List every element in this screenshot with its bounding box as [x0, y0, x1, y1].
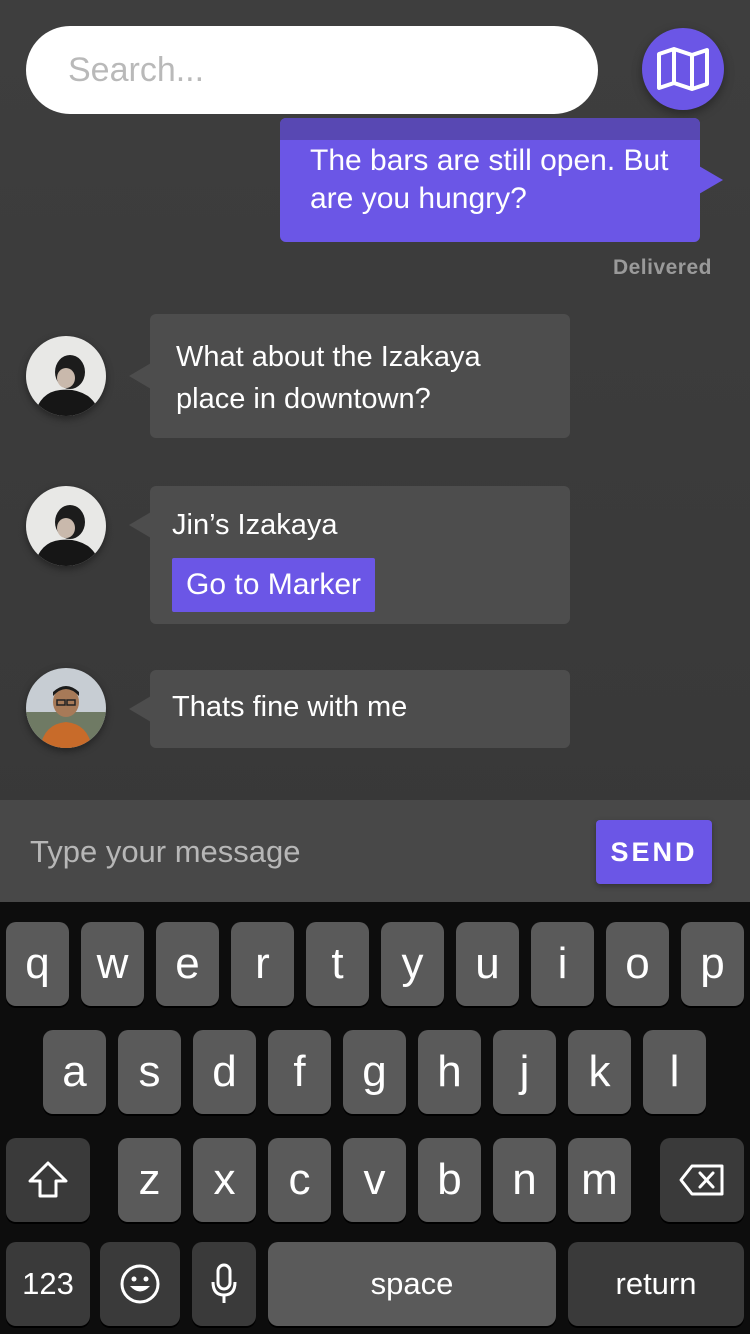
incoming-bubble-tail — [129, 512, 151, 538]
chat-screen: The bars are still open. But are you hun… — [0, 0, 750, 1334]
emoji-key[interactable] — [100, 1242, 180, 1326]
numbers-key[interactable]: 123 — [6, 1242, 90, 1326]
delivery-status: Delivered — [612, 256, 712, 279]
microphone-icon — [211, 1263, 237, 1303]
return-key[interactable]: return — [568, 1242, 744, 1326]
incoming-bubble-tail — [129, 696, 151, 722]
key-j[interactable]: j — [493, 1030, 556, 1114]
incoming-message-bubble: Thats fine with me — [150, 670, 570, 748]
key-l[interactable]: l — [643, 1030, 706, 1114]
key-i[interactable]: i — [531, 922, 594, 1006]
key-e[interactable]: e — [156, 922, 219, 1006]
keyboard: q w e r t y u i o p a s d f g h j k l z … — [0, 902, 750, 1334]
key-b[interactable]: b — [418, 1138, 481, 1222]
key-p[interactable]: p — [681, 922, 744, 1006]
avatar-person-dark-sweater — [26, 336, 106, 416]
map-icon — [657, 47, 709, 91]
outgoing-message-bubble: The bars are still open. But are you hun… — [280, 118, 700, 242]
map-button[interactable] — [642, 28, 724, 110]
key-k[interactable]: k — [568, 1030, 631, 1114]
emoji-icon — [120, 1264, 160, 1304]
key-t[interactable]: t — [306, 922, 369, 1006]
incoming-message-bubble: What about the Izakaya place in downtown… — [150, 314, 570, 438]
outgoing-message-text: The bars are still open. But are you hun… — [310, 144, 669, 215]
key-a[interactable]: a — [43, 1030, 106, 1114]
key-r[interactable]: r — [231, 922, 294, 1006]
delete-key[interactable] — [660, 1138, 744, 1222]
key-s[interactable]: s — [118, 1030, 181, 1114]
key-x[interactable]: x — [193, 1138, 256, 1222]
incoming-message-text: What about the Izakaya place in downtown… — [176, 341, 481, 415]
avatar[interactable] — [26, 668, 106, 748]
key-f[interactable]: f — [268, 1030, 331, 1114]
avatar-person-glasses-orange-shirt — [26, 668, 106, 748]
key-m[interactable]: m — [568, 1138, 631, 1222]
key-q[interactable]: q — [6, 922, 69, 1006]
key-n[interactable]: n — [493, 1138, 556, 1222]
key-y[interactable]: y — [381, 922, 444, 1006]
key-w[interactable]: w — [81, 922, 144, 1006]
message-input[interactable] — [28, 826, 572, 878]
avatar-person-dark-sweater — [26, 486, 106, 566]
delete-icon — [679, 1164, 724, 1196]
incoming-bubble-tail — [129, 363, 151, 389]
avatar[interactable] — [26, 486, 106, 566]
key-z[interactable]: z — [118, 1138, 181, 1222]
key-h[interactable]: h — [418, 1030, 481, 1114]
key-u[interactable]: u — [456, 922, 519, 1006]
search-input[interactable] — [66, 49, 558, 91]
go-to-marker-button[interactable]: Go to Marker — [172, 558, 376, 612]
bubble-top-strip — [280, 118, 700, 140]
incoming-message-text: Thats fine with me — [172, 691, 408, 723]
avatar[interactable] — [26, 336, 106, 416]
key-v[interactable]: v — [343, 1138, 406, 1222]
search-bar[interactable] — [26, 26, 598, 114]
key-c[interactable]: c — [268, 1138, 331, 1222]
space-key[interactable]: space — [268, 1242, 556, 1326]
shift-icon — [28, 1161, 68, 1198]
key-o[interactable]: o — [606, 922, 669, 1006]
key-g[interactable]: g — [343, 1030, 406, 1114]
incoming-location-bubble: Jin’s Izakaya Go to Marker — [150, 486, 570, 624]
shift-key[interactable] — [6, 1138, 90, 1222]
location-name: Jin’s Izakaya — [172, 509, 338, 541]
message-composer: SEND — [0, 800, 750, 902]
microphone-key[interactable] — [192, 1242, 256, 1326]
send-button[interactable]: SEND — [596, 820, 712, 884]
outgoing-bubble-tail — [699, 166, 723, 194]
key-d[interactable]: d — [193, 1030, 256, 1114]
